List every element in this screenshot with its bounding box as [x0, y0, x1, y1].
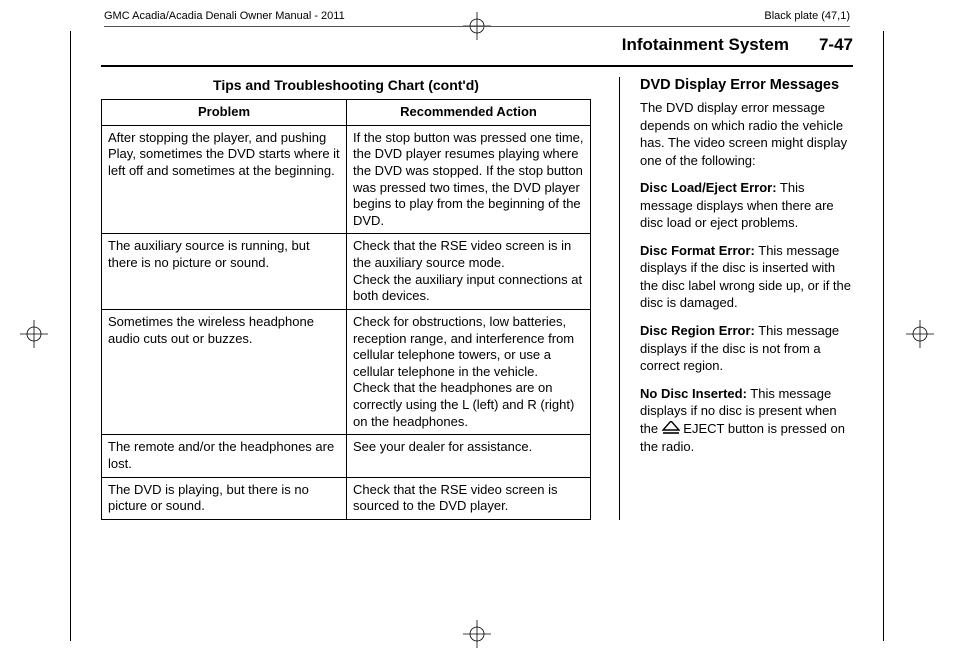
error-item: No Disc Inserted: This message displays …: [640, 385, 853, 456]
action-cell: See your dealer for assistance.: [347, 435, 591, 477]
chart-title: Tips and Troubleshooting Chart (cont'd): [101, 77, 591, 93]
section-title: Infotainment System: [622, 35, 789, 55]
col-action-header: Recommended Action: [347, 100, 591, 126]
error-intro: The DVD display error message depends on…: [640, 99, 853, 169]
manual-title: GMC Acadia/Acadia Denali Owner Manual - …: [104, 10, 345, 22]
left-column: Tips and Troubleshooting Chart (cont'd) …: [101, 77, 591, 520]
error-item: Disc Load/Eject Error: This message disp…: [640, 179, 853, 232]
table-row: The auxiliary source is running, but the…: [102, 234, 591, 310]
action-cell: Check that the RSE video screen is in th…: [347, 234, 591, 310]
troubleshooting-table: Problem Recommended Action After stoppin…: [101, 99, 591, 520]
right-column: DVD Display Error Messages The DVD displ…: [619, 77, 853, 520]
error-label: Disc Load/Eject Error:: [640, 180, 777, 195]
header-divider: [104, 26, 850, 27]
error-label: No Disc Inserted:: [640, 386, 747, 401]
error-label: Disc Format Error:: [640, 243, 755, 258]
eject-icon: [662, 421, 680, 439]
print-header: GMC Acadia/Acadia Denali Owner Manual - …: [70, 8, 884, 26]
table-row: The remote and/or the headphones are los…: [102, 435, 591, 477]
table-row: After stopping the player, and pushing P…: [102, 125, 591, 234]
plate-info: Black plate (47,1): [764, 10, 850, 22]
table-row: Sometimes the wireless headphone audio c…: [102, 309, 591, 434]
problem-cell: The auxiliary source is running, but the…: [102, 234, 347, 310]
action-cell: If the stop button was pressed one time,…: [347, 125, 591, 234]
problem-cell: Sometimes the wireless headphone audio c…: [102, 309, 347, 434]
error-heading: DVD Display Error Messages: [640, 77, 853, 93]
action-cell: Check for obstructions, low batteries, r…: [347, 309, 591, 434]
error-item: Disc Format Error: This message displays…: [640, 242, 853, 312]
error-label: Disc Region Error:: [640, 323, 755, 338]
table-row: The DVD is playing, but there is no pict…: [102, 477, 591, 519]
problem-cell: The DVD is playing, but there is no pict…: [102, 477, 347, 519]
problem-cell: After stopping the player, and pushing P…: [102, 125, 347, 234]
section-header: Infotainment System 7-47: [101, 31, 853, 67]
page-content-frame: Infotainment System 7-47 Tips and Troubl…: [70, 31, 884, 641]
col-problem-header: Problem: [102, 100, 347, 126]
action-cell: Check that the RSE video screen is sourc…: [347, 477, 591, 519]
page-number: 7-47: [819, 35, 853, 55]
error-item: Disc Region Error: This message displays…: [640, 322, 853, 375]
problem-cell: The remote and/or the headphones are los…: [102, 435, 347, 477]
